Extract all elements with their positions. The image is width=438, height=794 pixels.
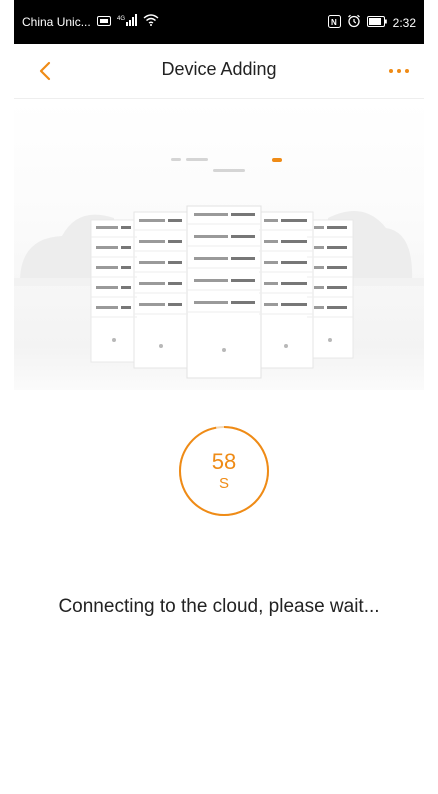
status-left: China Unic... 4G — [22, 14, 159, 29]
more-dots-icon — [389, 69, 409, 73]
carrier-label: China Unic... — [22, 14, 91, 29]
hd-icon — [96, 15, 111, 29]
nfc-icon: N — [327, 14, 341, 31]
more-button[interactable] — [386, 62, 412, 80]
countdown-value: 58 — [211, 449, 237, 474]
status-right: N 2:32 — [327, 14, 416, 31]
status-bar: China Unic... 4G N 2:32 — [14, 0, 424, 44]
page-title: Device Adding — [161, 59, 277, 79]
servers-icon — [14, 158, 424, 379]
countdown-timer: 58 S — [177, 424, 271, 518]
countdown-unit: S — [218, 475, 229, 492]
signal-icon: 4G — [117, 14, 137, 29]
status-message: Connecting to the cloud, please wait... — [58, 596, 380, 617]
nav-bar: Device Adding — [14, 44, 424, 99]
battery-icon — [366, 15, 387, 30]
svg-text:N: N — [331, 18, 337, 27]
wifi-icon — [143, 14, 159, 29]
alarm-icon — [347, 14, 361, 31]
device-adding-screen: China Unic... 4G N 2:32 Device Adding 58… — [14, 0, 424, 794]
network-label: 4G — [117, 16, 125, 22]
cloud-servers-illustration — [14, 100, 424, 390]
clock-time: 2:32 — [392, 15, 416, 30]
